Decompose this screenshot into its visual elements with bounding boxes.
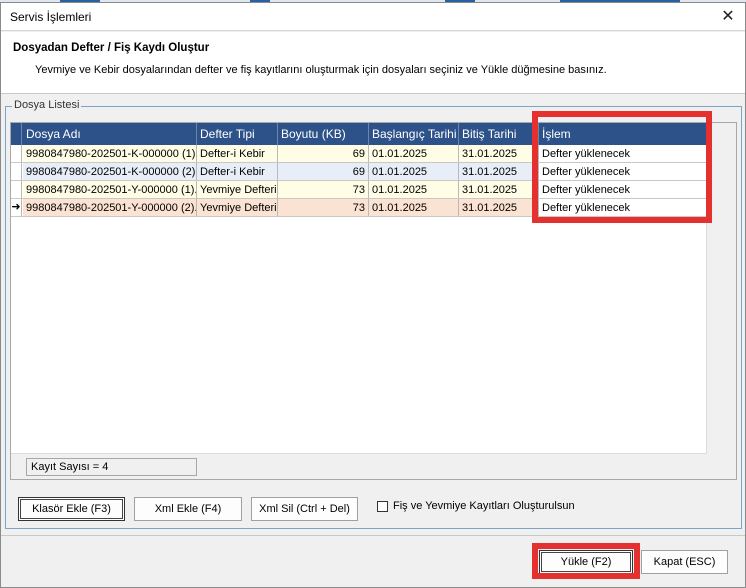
cell-start-date[interactable]: 01.01.2025 bbox=[369, 163, 459, 180]
row-indicator-cell bbox=[11, 163, 22, 180]
cell-start-date[interactable]: 01.01.2025 bbox=[369, 181, 459, 198]
column-header-size[interactable]: Boyutu (KB) bbox=[278, 123, 369, 145]
column-header-ledger-type[interactable]: Defter Tipi bbox=[197, 123, 278, 145]
create-records-label: Fiş ve Yevmiye Kayıtları Oluşturulsun bbox=[393, 500, 575, 512]
row-indicator-cell bbox=[11, 145, 22, 162]
column-header-file-name[interactable]: Dosya Adı bbox=[23, 123, 197, 145]
cell-end-date[interactable]: 31.01.2025 bbox=[459, 163, 539, 180]
cell-file-name[interactable]: 9980847980-202501-Y-000000 (2). bbox=[23, 199, 197, 216]
title-bar: Servis İşlemleri ✕ bbox=[1, 3, 745, 31]
close-button-label: Kapat (ESC) bbox=[653, 556, 716, 568]
cell-size[interactable]: 73 bbox=[278, 181, 369, 198]
row-indicator-cell bbox=[11, 181, 22, 198]
cell-file-name[interactable]: 9980847980-202501-K-000000 (1). bbox=[23, 145, 197, 162]
cell-end-date[interactable]: 31.01.2025 bbox=[459, 181, 539, 198]
record-count: Kayıt Sayısı = 4 bbox=[26, 458, 197, 476]
cell-start-date[interactable]: 01.01.2025 bbox=[369, 145, 459, 162]
cell-ledger-type[interactable]: Defter-i Kebir bbox=[197, 145, 278, 162]
cell-file-name[interactable]: 9980847980-202501-Y-000000 (1). bbox=[23, 181, 197, 198]
file-list-legend: Dosya Listesi bbox=[12, 99, 82, 111]
cell-end-date[interactable]: 31.01.2025 bbox=[459, 145, 539, 162]
cell-file-name[interactable]: 9980847980-202501-K-000000 (2). bbox=[23, 163, 197, 180]
dialog-header: Dosyadan Defter / Fiş Kaydı Oluştur Yevm… bbox=[1, 32, 745, 94]
add-folder-button-label: Klasör Ekle (F3) bbox=[32, 503, 111, 515]
add-xml-button-label: Xml Ekle (F4) bbox=[154, 503, 222, 515]
column-header-end-date[interactable]: Bitiş Tarihi bbox=[459, 123, 539, 145]
cell-size[interactable]: 69 bbox=[278, 145, 369, 162]
header-description: Yevmiye ve Kebir dosyalarından defter ve… bbox=[35, 64, 607, 76]
cell-ledger-type[interactable]: Yevmiye Defteri bbox=[197, 199, 278, 216]
header-indicator-cell bbox=[11, 123, 22, 145]
close-button[interactable]: Kapat (ESC) bbox=[641, 550, 728, 574]
cell-ledger-type[interactable]: Defter-i Kebir bbox=[197, 163, 278, 180]
delete-xml-button-label: Xml Sil (Ctrl + Del) bbox=[259, 503, 350, 515]
cell-end-date[interactable]: 31.01.2025 bbox=[459, 199, 539, 216]
create-records-checkbox[interactable] bbox=[377, 501, 388, 512]
cell-size[interactable]: 73 bbox=[278, 199, 369, 216]
highlight-box-action-column bbox=[532, 111, 712, 223]
current-row-arrow-icon: ➜ bbox=[11, 199, 22, 216]
column-header-start-date[interactable]: Başlangıç Tarihi bbox=[369, 123, 459, 145]
cell-start-date[interactable]: 01.01.2025 bbox=[369, 199, 459, 216]
add-xml-button[interactable]: Xml Ekle (F4) bbox=[134, 497, 242, 521]
bottom-separator bbox=[1, 535, 745, 536]
highlight-box-load-button bbox=[532, 543, 640, 579]
servis-islemleri-dialog: Servis İşlemleri ✕ Dosyadan Defter / Fiş… bbox=[0, 2, 746, 588]
header-title: Dosyadan Defter / Fiş Kaydı Oluştur bbox=[13, 42, 210, 54]
add-folder-button[interactable]: Klasör Ekle (F3) bbox=[18, 497, 125, 521]
window-title: Servis İşlemleri bbox=[10, 10, 92, 24]
delete-xml-button[interactable]: Xml Sil (Ctrl + Del) bbox=[251, 497, 358, 521]
cell-ledger-type[interactable]: Yevmiye Defteri bbox=[197, 181, 278, 198]
close-icon[interactable]: ✕ bbox=[717, 6, 739, 28]
cell-size[interactable]: 69 bbox=[278, 163, 369, 180]
